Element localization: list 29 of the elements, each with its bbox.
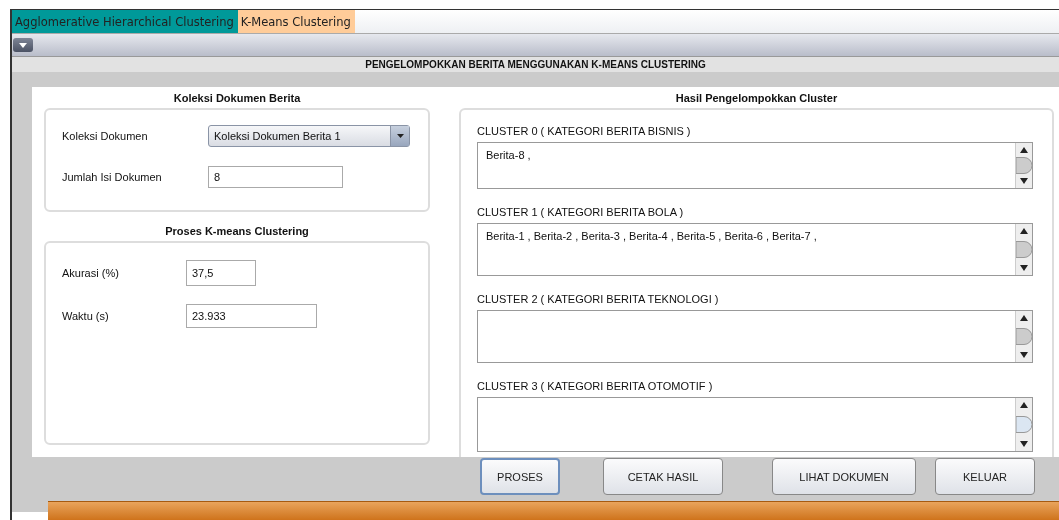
group-title: Proses K-means Clustering [165,224,309,238]
caret-icon [19,42,27,48]
cluster-label: CLUSTER 2 ( KATEGORI BERITA TEKNOLOGI ) [477,292,720,306]
input-field[interactable]: 23.933 [186,304,317,328]
print-button[interactable]: CETAK HASIL [603,458,723,495]
input-field[interactable]: 37,5 [186,260,256,286]
group-title: Hasil Pengelompokkan Cluster [675,91,838,105]
field-label: Koleksi Dokumen [62,130,149,142]
field-label: Waktu (s) [62,310,110,322]
page-title: PENGELOMPOKKAN BERITA MENGGUNAKAN K-MEANS CLUSTERING [12,56,1059,72]
exit-button[interactable]: KELUAR [935,458,1035,495]
cluster-label: CLUSTER 3 ( KATEGORI BERITA OTOMOTIF ) [477,379,714,393]
tab[interactable]: Agglomerative Hierarchical Clustering [12,10,238,33]
dropdown-button[interactable] [13,38,33,52]
text-area[interactable]: Berita-8 , [477,142,1033,189]
input-field[interactable]: 8 [208,166,343,188]
field-label: Akurasi (%) [62,267,120,279]
process-button[interactable]: PROSES [480,458,560,495]
cluster-documents: Berita-8 , [486,149,531,161]
cluster-documents: Berita-1 , Berita-2 , Berita-3 , Berita-4 , Berita-5 , Berita-6 , Berita-7 , [486,230,817,242]
dropdown[interactable]: Koleksi Dokumen Berita 1 [208,125,410,147]
text-area[interactable]: Berita-1 , Berita-2 , Berita-3 , Berita-4 , Berita-5 , Berita-6 , Berita-7 , [477,223,1033,276]
tab[interactable]: K-Means Clustering [237,10,355,33]
field-label: Jumlah Isi Dokumen [62,171,163,183]
cluster-label: CLUSTER 0 ( KATEGORI BERITA BISNIS ) [477,124,692,138]
view-documents-button[interactable]: LIHAT DOKUMEN [772,458,916,495]
group-title: Koleksi Dokumen Berita [173,91,301,105]
cluster-label: CLUSTER 1 ( KATEGORI BERITA BOLA ) [477,205,685,219]
caret-icon [396,134,404,138]
